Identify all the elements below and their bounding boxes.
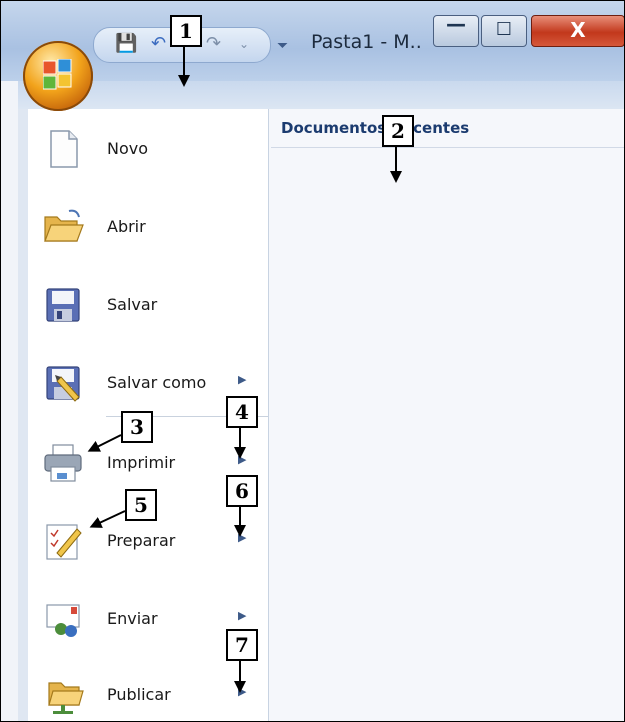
callout-arrow — [89, 510, 126, 528]
callout-label: 6 — [226, 475, 258, 507]
callout-label: 4 — [226, 396, 258, 428]
callout-arrows — [87, 47, 402, 693]
excel-window: 💾 ↶ ↷ ⌄ ⏷ Pasta1 - M.. — ☐ X Documentos … — [0, 0, 625, 722]
callout-label: 1 — [170, 15, 202, 47]
callout-label: 7 — [226, 629, 258, 661]
callout-arrow — [87, 434, 122, 452]
callout-label: 3 — [121, 411, 153, 443]
callout-label: 5 — [125, 489, 157, 521]
callout-label: 2 — [382, 115, 414, 147]
